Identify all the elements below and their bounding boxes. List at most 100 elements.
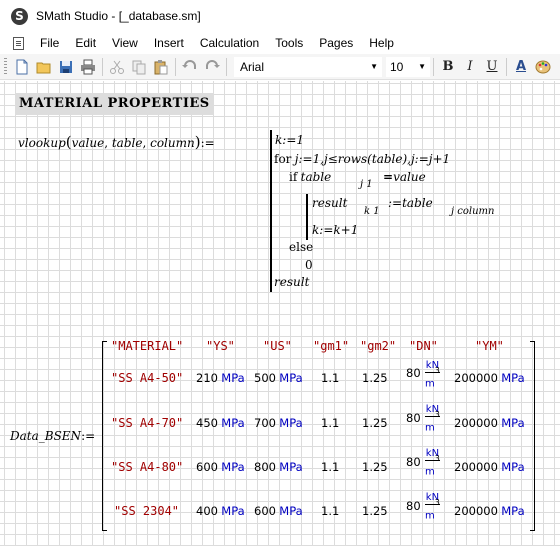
cell-ys[interactable]: 210 MPa — [196, 371, 245, 385]
menu-tools[interactable]: Tools — [267, 32, 311, 54]
k-init-line[interactable]: k:=1 — [275, 133, 304, 147]
toolbar-separator — [433, 57, 434, 76]
cell-ym[interactable]: 200000 MPa — [454, 371, 525, 385]
ys-unit: MPa — [221, 416, 245, 430]
cell-gm2[interactable]: 1.25 — [362, 460, 388, 474]
header-material[interactable]: "MATERIAL" — [111, 339, 183, 353]
cell-ym[interactable]: 200000 MPa — [454, 460, 525, 474]
function-signature[interactable]: vlookup(value, table, column):= — [18, 133, 215, 151]
cell-gm1[interactable]: 1.1 — [321, 371, 339, 385]
print-icon[interactable] — [77, 56, 99, 78]
toolbar-separator — [175, 57, 176, 76]
menu-calculation[interactable]: Calculation — [192, 32, 267, 54]
cell-gm2[interactable]: 1.25 — [362, 416, 388, 430]
underline-button[interactable]: U — [481, 56, 503, 78]
menu-view[interactable]: View — [104, 32, 146, 54]
us-unit: MPa — [279, 504, 303, 518]
for-header: j:=1,j≤rows(table),j:=j+1 — [294, 152, 451, 166]
undo-icon[interactable] — [179, 56, 201, 78]
menu-pages[interactable]: Pages — [311, 32, 361, 54]
italic-button[interactable]: I — [459, 56, 481, 78]
cell-us[interactable]: 600 MPa — [254, 504, 303, 518]
us-unit: MPa — [279, 416, 303, 430]
for-keyword: for — [274, 152, 292, 166]
cell-ym[interactable]: 200000 MPa — [454, 416, 525, 430]
us-unit: MPa — [279, 460, 303, 474]
save-icon[interactable] — [55, 56, 77, 78]
arg-value: value — [71, 136, 105, 150]
header-gm2[interactable]: "gm2" — [360, 339, 396, 353]
header-ys[interactable]: "YS" — [206, 339, 235, 353]
document-menu-icon[interactable] — [13, 36, 24, 50]
cell-dn[interactable]: 80 — [406, 499, 421, 513]
if-keyword: if — [289, 170, 298, 184]
k-increment[interactable]: k:=k+1 — [312, 223, 358, 237]
palette-icon[interactable] — [532, 56, 554, 78]
us-unit: MPa — [279, 371, 303, 385]
cell-us[interactable]: 700 MPa — [254, 416, 303, 430]
dn-unit-exp: 3 — [434, 410, 440, 419]
cell-material[interactable]: "SS A4-50" — [111, 371, 183, 385]
paste-icon[interactable] — [150, 56, 172, 78]
toolbar-grip[interactable] — [4, 57, 7, 76]
index-j1: j 1 — [360, 179, 373, 190]
cell-gm2[interactable]: 1.25 — [362, 504, 388, 518]
cell-ys[interactable]: 450 MPa — [196, 416, 245, 430]
ys-unit: MPa — [221, 460, 245, 474]
copy-icon[interactable] — [128, 56, 150, 78]
cell-dn[interactable]: 80 — [406, 455, 421, 469]
bold-button[interactable]: B — [437, 56, 459, 78]
cell-ys[interactable]: 400 MPa — [196, 504, 245, 518]
cell-gm1[interactable]: 1.1 — [321, 460, 339, 474]
cell-dn[interactable]: 80 — [406, 411, 421, 425]
if-line[interactable]: if table — [289, 170, 331, 184]
new-document-icon[interactable] — [11, 56, 33, 78]
matrix-name[interactable]: Data_BSEN:= — [10, 429, 95, 443]
zero-value[interactable]: 0 — [305, 258, 313, 272]
result-var[interactable]: result — [312, 196, 347, 210]
equals-sign: = — [383, 170, 394, 184]
cell-gm2[interactable]: 1.25 — [362, 371, 388, 385]
heading-text-region[interactable]: MATERIAL PROPERTIES — [15, 93, 214, 115]
open-folder-icon[interactable] — [33, 56, 55, 78]
header-gm1[interactable]: "gm1" — [313, 339, 349, 353]
ys-unit: MPa — [221, 504, 245, 518]
text-color-button[interactable]: A — [510, 56, 532, 78]
cell-ym[interactable]: 200000 MPa — [454, 504, 525, 518]
cell-gm1[interactable]: 1.1 — [321, 504, 339, 518]
font-size-select[interactable]: 10 ▼ — [386, 56, 430, 77]
us-value: 700 — [254, 416, 276, 430]
menu-file[interactable]: File — [32, 32, 67, 54]
matrix-right-bracket — [530, 341, 535, 531]
window-title: SMath Studio - [_database.sm] — [36, 9, 201, 23]
ym-unit: MPa — [501, 460, 525, 474]
cell-us[interactable]: 800 MPa — [254, 460, 303, 474]
return-result[interactable]: result — [274, 275, 309, 289]
cell-ys[interactable]: 600 MPa — [196, 460, 245, 474]
worksheet-canvas[interactable]: MATERIAL PROPERTIES vlookup(value, table… — [0, 81, 560, 546]
menu-edit[interactable]: Edit — [67, 32, 104, 54]
cell-dn[interactable]: 80 — [406, 366, 421, 380]
chevron-down-icon: ▼ — [418, 62, 426, 71]
menu-help[interactable]: Help — [361, 32, 402, 54]
dn-unit-den-text: m — [425, 422, 435, 434]
header-us[interactable]: "US" — [263, 339, 292, 353]
for-line[interactable]: for j:=1,j≤rows(table),j:=j+1 — [274, 152, 450, 166]
header-dn[interactable]: "DN" — [409, 339, 438, 353]
assign-operator: := — [200, 136, 215, 150]
arg-table: table — [111, 136, 143, 150]
redo-icon[interactable] — [201, 56, 223, 78]
ym-value: 200000 — [454, 416, 498, 430]
cell-material[interactable]: "SS A4-70" — [111, 416, 183, 430]
cell-material[interactable]: "SS A4-80" — [111, 460, 183, 474]
menu-insert[interactable]: Insert — [146, 32, 192, 54]
cut-icon[interactable] — [106, 56, 128, 78]
cell-us[interactable]: 500 MPa — [254, 371, 303, 385]
cell-material[interactable]: "SS 2304" — [114, 504, 179, 518]
header-ym[interactable]: "YM" — [475, 339, 504, 353]
smath-logo-icon: S — [11, 7, 28, 25]
else-keyword[interactable]: else — [289, 240, 313, 254]
ym-value: 200000 — [454, 504, 498, 518]
cell-gm1[interactable]: 1.1 — [321, 416, 339, 430]
font-family-select[interactable]: Arial ▼ — [234, 56, 382, 77]
